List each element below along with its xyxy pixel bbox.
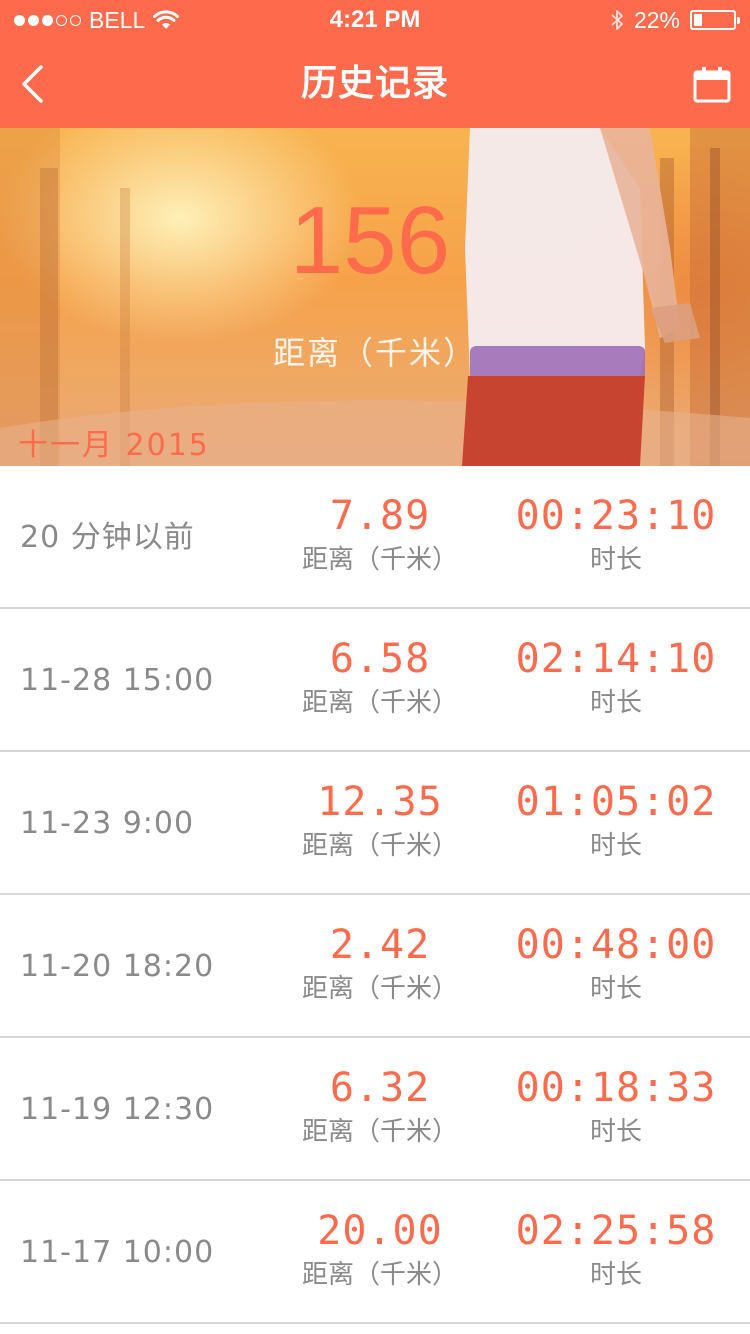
list-item[interactable]: 11-20 18:20 2.42 距离（千米） 00:48:00 时长	[0, 895, 750, 1038]
distance-column: 7.89 距离（千米）	[290, 492, 470, 580]
duration-column: 00:23:10 时长	[506, 492, 726, 580]
duration-value: 01:05:02	[515, 779, 717, 825]
distance-value: 2.42	[329, 922, 431, 968]
total-distance-label: 距离（千米）	[272, 334, 477, 372]
total-distance-value: 156	[289, 187, 451, 294]
page-title: 历史记录	[300, 63, 449, 104]
calendar-icon	[693, 67, 731, 103]
nav-bar: 历史记录	[0, 40, 750, 128]
duration-label: 时长	[589, 1260, 642, 1290]
duration-label: 时长	[589, 545, 642, 575]
status-right: 22%	[610, 0, 740, 40]
distance-column: 2.42 距离（千米）	[290, 921, 470, 1009]
record-time: 11-19 12:30	[20, 1092, 215, 1127]
distance-label: 距离（千米）	[301, 1117, 458, 1147]
duration-column: 02:14:10 时长	[506, 635, 726, 723]
distance-column: 12.35 距离（千米）	[290, 778, 470, 866]
record-time: 11-23 9:00	[20, 806, 195, 841]
duration-label: 时长	[589, 1117, 642, 1147]
duration-column: 00:48:00 时长	[506, 921, 726, 1009]
duration-value: 02:14:10	[515, 636, 717, 682]
duration-value: 00:48:00	[515, 922, 717, 968]
duration-label: 时长	[589, 974, 642, 1004]
list-item[interactable]: 11-28 15:00 6.58 距离（千米） 02:14:10 时长	[0, 609, 750, 752]
bluetooth-icon	[611, 10, 623, 30]
status-bar: BELL 4:21 PM 22%	[0, 0, 750, 40]
duration-column: 00:18:33 时长	[506, 1064, 726, 1152]
duration-label: 时长	[589, 688, 642, 718]
duration-column: 01:05:02 时长	[506, 778, 726, 866]
duration-value: 02:25:58	[515, 1208, 717, 1254]
distance-value: 12.35	[317, 779, 443, 825]
record-time: 11-17 10:00	[20, 1235, 215, 1270]
distance-value: 6.58	[329, 636, 431, 682]
summary-banner: 156 距离（千米） 十一月 2015	[0, 128, 750, 466]
list-item[interactable]: 11-17 10:00 20.00 距离（千米） 02:25:58 时长	[0, 1181, 750, 1324]
history-list: 20 分钟以前 7.89 距离（千米） 00:23:10 时长 11-28 15:00 6.…	[0, 466, 750, 1324]
battery-percent: 22%	[633, 7, 680, 33]
duration-column: 02:25:58 时长	[506, 1207, 726, 1295]
distance-label: 距离（千米）	[301, 1260, 458, 1290]
distance-label: 距离（千米）	[301, 831, 458, 861]
record-time: 11-28 15:00	[20, 663, 215, 698]
distance-value: 7.89	[329, 493, 431, 539]
duration-value: 00:18:33	[515, 1065, 717, 1111]
distance-value: 6.32	[329, 1065, 431, 1111]
list-item[interactable]: 11-19 12:30 6.32 距离（千米） 00:18:33 时长	[0, 1038, 750, 1181]
duration-label: 时长	[589, 831, 642, 861]
distance-column: 6.58 距离（千米）	[290, 635, 470, 723]
record-time: 11-20 18:20	[20, 949, 215, 984]
month-label: 十一月 2015	[18, 428, 210, 463]
distance-column: 6.32 距离（千米）	[290, 1064, 470, 1152]
battery-level	[694, 14, 702, 26]
distance-label: 距离（千米）	[301, 688, 458, 718]
record-time: 20 分钟以前	[20, 520, 195, 555]
distance-label: 距离（千米）	[301, 974, 458, 1004]
battery-icon	[690, 10, 740, 30]
header: BELL 4:21 PM 22% 历史记录	[0, 0, 750, 128]
list-item[interactable]: 11-23 9:00 12.35 距离（千米） 01:05:02 时长	[0, 752, 750, 895]
distance-label: 距离（千米）	[301, 545, 458, 575]
distance-column: 20.00 距离（千米）	[290, 1207, 470, 1295]
list-item[interactable]: 20 分钟以前 7.89 距离（千米） 00:23:10 时长	[0, 466, 750, 609]
distance-value: 20.00	[317, 1208, 443, 1254]
calendar-button[interactable]	[692, 64, 732, 104]
runner-background-image	[0, 128, 750, 466]
duration-value: 00:23:10	[515, 493, 717, 539]
